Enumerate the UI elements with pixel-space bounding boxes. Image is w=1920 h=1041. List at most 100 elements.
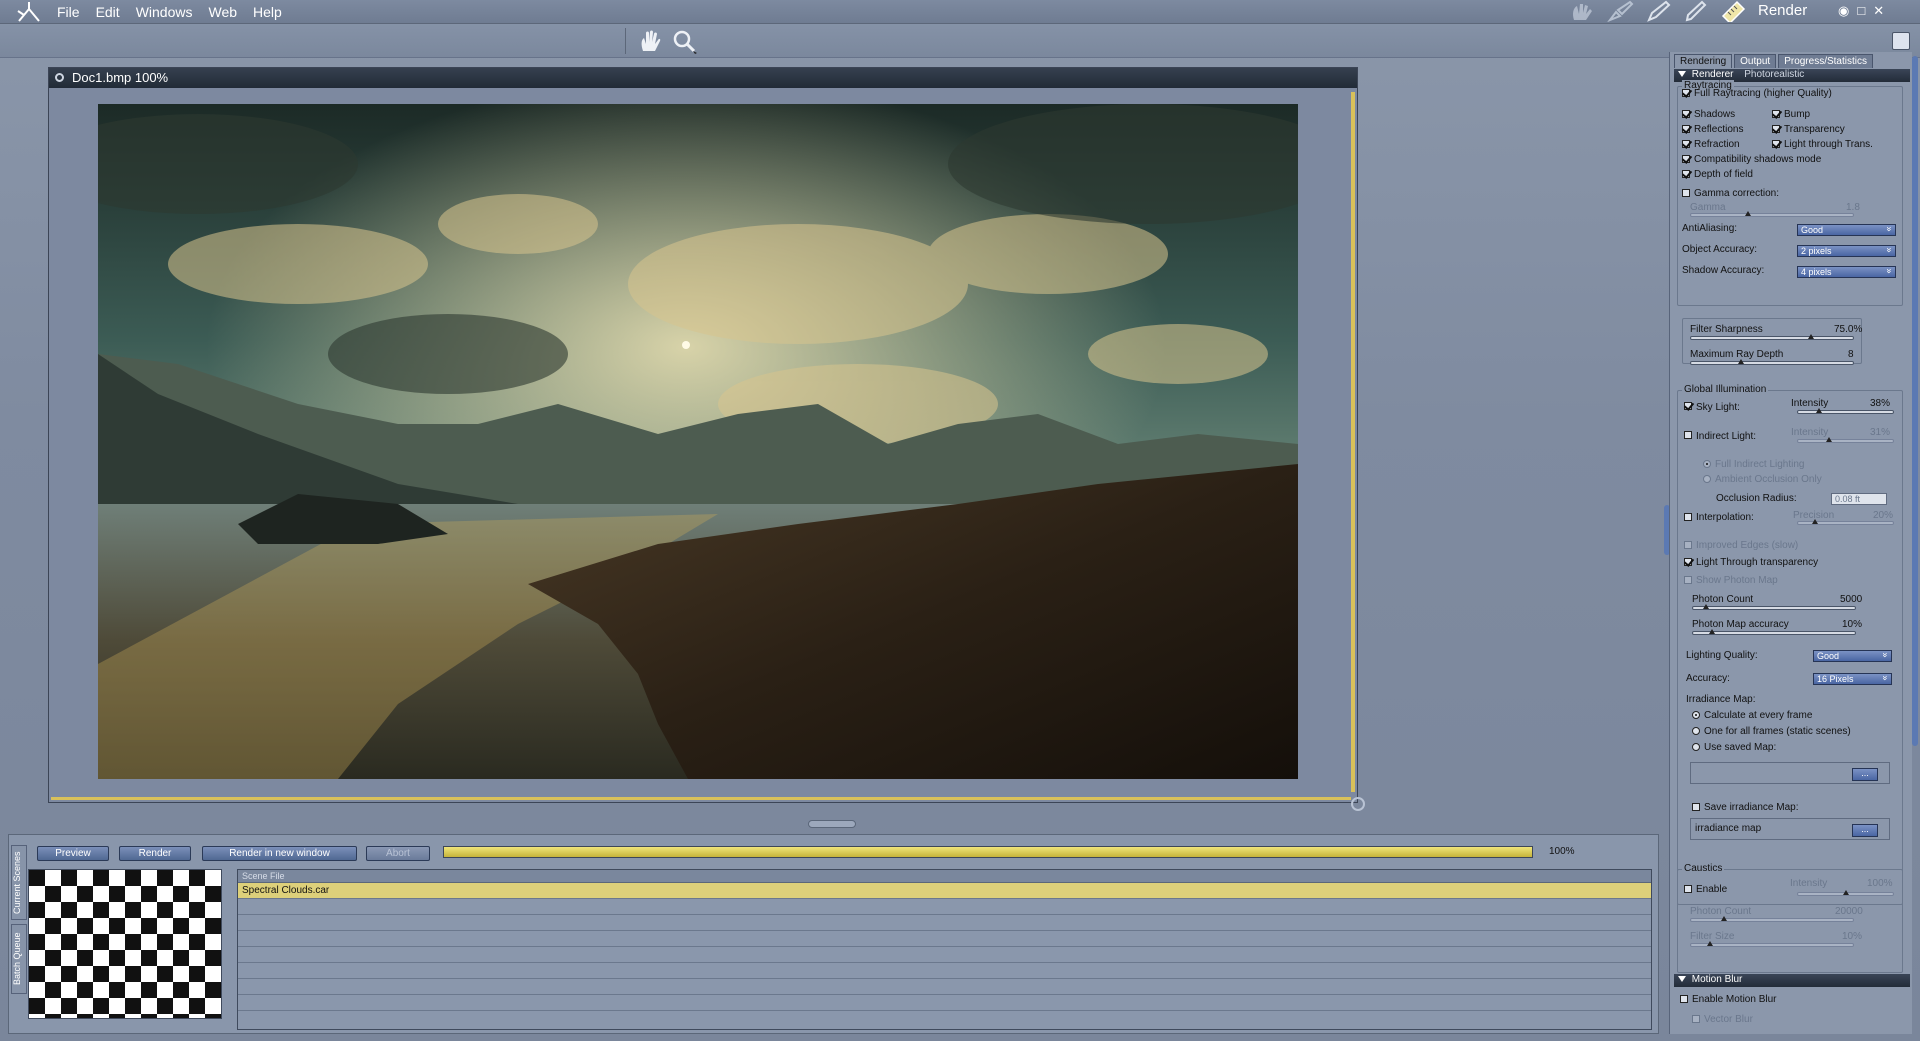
- gamma-slider[interactable]: [1690, 211, 1854, 217]
- depth-of-field-checkbox[interactable]: [1682, 170, 1690, 178]
- document-title-bar[interactable]: Doc1.bmp 100%: [49, 68, 1357, 88]
- sky-intensity-slider[interactable]: [1797, 408, 1894, 414]
- menu-windows[interactable]: Windows: [128, 4, 201, 20]
- queue-row[interactable]: [238, 947, 1651, 963]
- renderer-label: Renderer: [1691, 69, 1734, 80]
- light-through-transparency-checkbox[interactable]: [1684, 558, 1692, 566]
- menu-file[interactable]: File: [49, 4, 88, 20]
- tab-output[interactable]: Output: [1734, 54, 1777, 68]
- tab-rendering[interactable]: Rendering: [1674, 54, 1733, 68]
- caustics-filter-size-slider[interactable]: [1690, 941, 1854, 947]
- abort-button[interactable]: Abort: [366, 846, 430, 861]
- caustics-photon-count-slider[interactable]: [1690, 916, 1854, 922]
- queue-row[interactable]: [238, 979, 1651, 995]
- hand-ghost-icon[interactable]: [1568, 0, 1596, 22]
- document-horizontal-scrollbar[interactable]: [51, 797, 1351, 800]
- interpolation-checkbox[interactable]: [1684, 513, 1692, 521]
- menu-edit[interactable]: Edit: [88, 4, 128, 20]
- saved-map-browse-button[interactable]: ...: [1852, 768, 1878, 781]
- sky-light-checkbox[interactable]: [1684, 402, 1692, 410]
- calc-every-frame-radio[interactable]: [1692, 711, 1700, 719]
- bump-label: Bump: [1784, 109, 1811, 120]
- shadows-checkbox[interactable]: [1682, 110, 1690, 118]
- hand-icon[interactable]: [637, 29, 661, 53]
- dock-pin-icon[interactable]: [1892, 32, 1910, 50]
- queue-row[interactable]: [238, 931, 1651, 947]
- motion-blur-section-header[interactable]: Motion Blur: [1674, 974, 1910, 987]
- queue-row[interactable]: [238, 995, 1651, 1011]
- light-through-trans-checkbox[interactable]: [1772, 140, 1780, 148]
- gamma-correction-checkbox[interactable]: [1682, 189, 1690, 197]
- tab-batch-queue[interactable]: Batch Queue: [11, 924, 27, 994]
- irradiance-file-browse-button[interactable]: ...: [1852, 824, 1878, 837]
- menu-web[interactable]: Web: [200, 4, 245, 20]
- save-irradiance-checkbox[interactable]: [1692, 803, 1700, 811]
- transparency-checkbox[interactable]: [1772, 125, 1780, 133]
- enable-motion-blur-checkbox[interactable]: [1680, 995, 1688, 1003]
- show-photon-map-checkbox[interactable]: [1684, 576, 1692, 584]
- document-vertical-scrollbar[interactable]: [1351, 92, 1355, 792]
- pen-icon[interactable]: [1644, 0, 1672, 22]
- photon-map-accuracy-slider[interactable]: [1692, 629, 1856, 635]
- toolbar-separator: [625, 28, 626, 54]
- vector-blur-checkbox[interactable]: [1692, 1015, 1700, 1023]
- antialiasing-label: AntiAliasing:: [1682, 223, 1738, 234]
- document-resize-handle[interactable]: [1351, 797, 1365, 811]
- maximize-icon[interactable]: □: [1857, 3, 1865, 19]
- pencil-icon[interactable]: [1682, 0, 1710, 22]
- renderer-value[interactable]: Photorealistic: [1744, 69, 1804, 80]
- lighting-quality-dropdown[interactable]: Good: [1813, 650, 1892, 662]
- queue-row[interactable]: [238, 915, 1651, 931]
- panel-scrollbar[interactable]: [1912, 56, 1918, 746]
- queue-column-header[interactable]: Scene File: [238, 870, 1651, 883]
- ruler-icon[interactable]: [1720, 0, 1748, 22]
- caustics-enable-checkbox[interactable]: [1684, 885, 1692, 893]
- photon-count-slider[interactable]: [1692, 604, 1856, 610]
- reflections-checkbox[interactable]: [1682, 125, 1690, 133]
- close-icon[interactable]: ✕: [1873, 3, 1884, 19]
- improved-edges-checkbox[interactable]: [1684, 541, 1692, 549]
- panel-splitter-handle[interactable]: [808, 820, 856, 828]
- eye-icon[interactable]: ◉: [1838, 3, 1849, 19]
- slider-knob-icon: [1745, 211, 1751, 216]
- occlusion-radius-input[interactable]: 0.08 ft: [1831, 493, 1887, 505]
- tab-progress-statistics[interactable]: Progress/Statistics: [1778, 54, 1873, 68]
- tab-current-scenes[interactable]: Current Scenes: [11, 845, 27, 920]
- brush-ghost-icon[interactable]: [1606, 0, 1634, 22]
- antialiasing-dropdown[interactable]: Good: [1797, 224, 1896, 236]
- object-accuracy-dropdown[interactable]: 2 pixels: [1797, 245, 1896, 257]
- ambient-occlusion-radio[interactable]: [1703, 475, 1711, 483]
- document-close-icon[interactable]: [55, 73, 64, 82]
- zoom-icon[interactable]: [672, 29, 698, 55]
- render-new-window-button[interactable]: Render in new window: [202, 846, 357, 861]
- precision-slider[interactable]: [1797, 519, 1894, 525]
- indirect-intensity-slider[interactable]: [1797, 437, 1894, 443]
- caustics-intensity-slider[interactable]: [1797, 890, 1894, 896]
- refraction-checkbox[interactable]: [1682, 140, 1690, 148]
- object-accuracy-label: Object Accuracy:: [1682, 244, 1758, 255]
- precision-value: 20%: [1873, 510, 1894, 521]
- caustics-intensity-value: 100%: [1867, 878, 1893, 889]
- render-button[interactable]: Render: [119, 846, 191, 861]
- compat-shadows-checkbox[interactable]: [1682, 155, 1690, 163]
- preview-button[interactable]: Preview: [37, 846, 109, 861]
- max-ray-depth-slider[interactable]: [1690, 359, 1854, 365]
- indirect-light-checkbox[interactable]: [1684, 431, 1692, 439]
- accuracy-dropdown[interactable]: 16 Pixels: [1813, 673, 1892, 685]
- queue-row[interactable]: Spectral Clouds.car: [238, 883, 1651, 899]
- menu-help[interactable]: Help: [245, 4, 290, 20]
- enable-motion-blur-label: Enable Motion Blur: [1692, 994, 1777, 1005]
- bump-checkbox[interactable]: [1772, 110, 1780, 118]
- one-for-all-radio[interactable]: [1692, 727, 1700, 735]
- filter-sharpness-slider[interactable]: [1690, 334, 1854, 340]
- use-saved-map-radio[interactable]: [1692, 743, 1700, 751]
- irradiance-map-label: Irradiance Map:: [1686, 694, 1756, 705]
- queue-row[interactable]: [238, 963, 1651, 979]
- shadow-accuracy-dropdown[interactable]: 4 pixels: [1797, 266, 1896, 278]
- max-ray-depth-label: Maximum Ray Depth: [1690, 349, 1784, 360]
- lighting-quality-label: Lighting Quality:: [1686, 650, 1758, 661]
- queue-row[interactable]: [238, 899, 1651, 915]
- global-illumination-title: Global Illumination: [1682, 384, 1769, 395]
- full-indirect-radio[interactable]: [1703, 460, 1711, 468]
- full-raytracing-checkbox[interactable]: [1682, 89, 1690, 97]
